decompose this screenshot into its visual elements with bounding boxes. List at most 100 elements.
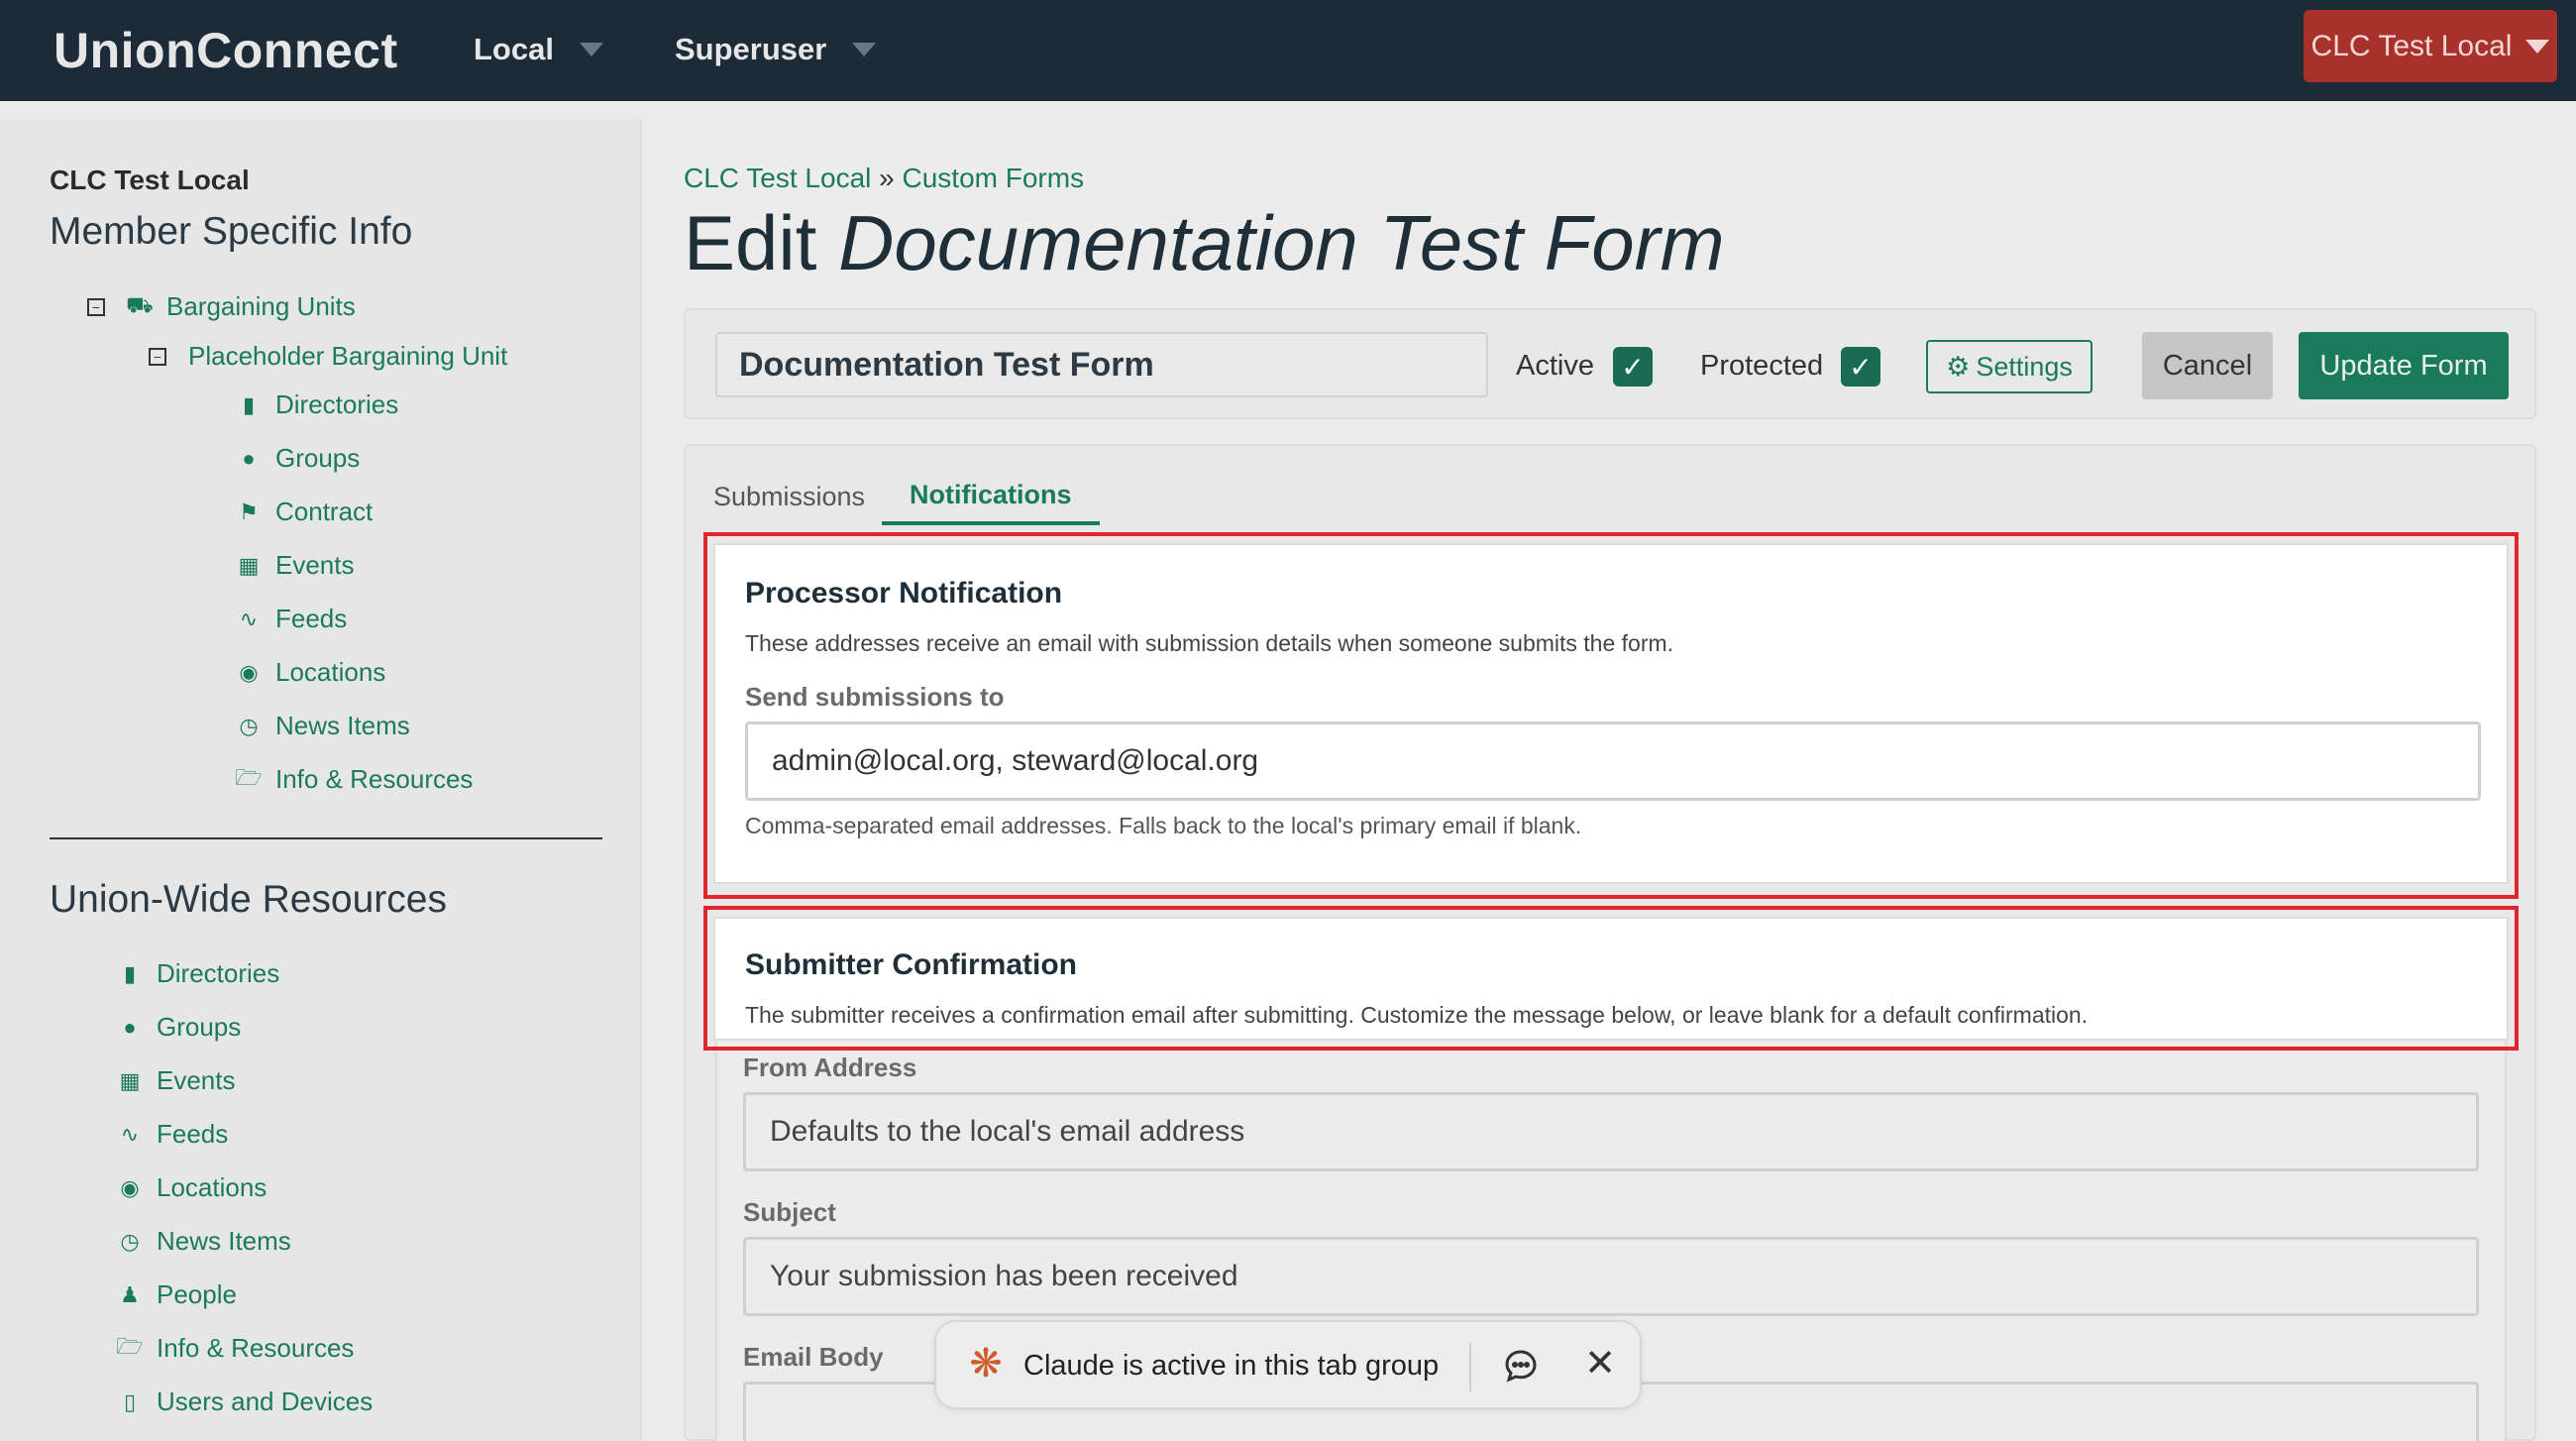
chevron-down-icon xyxy=(2525,39,2550,54)
sidebar-heading-union: Union-Wide Resources xyxy=(50,878,447,921)
check-icon: ✓ xyxy=(1849,351,1873,383)
collapse-icon[interactable]: − xyxy=(87,297,105,316)
sidebar-item-union-groups[interactable]: ● Groups xyxy=(117,1012,241,1043)
active-checkbox[interactable]: ✓ xyxy=(1613,347,1653,387)
sidebar-heading-member: Member Specific Info xyxy=(50,210,413,253)
collapse-icon[interactable]: − xyxy=(149,347,166,366)
email-body-label: Email Body xyxy=(743,1342,884,1372)
from-address-input[interactable]: Defaults to the local's email address xyxy=(743,1092,2479,1171)
sidebar-item-label: News Items xyxy=(157,1226,291,1256)
local-switcher-button[interactable]: CLC Test Local xyxy=(2304,10,2557,82)
subject-label: Subject xyxy=(743,1197,836,1227)
sidebar-item-label: Locations xyxy=(275,657,386,687)
book-icon: ▮ xyxy=(123,960,137,986)
form-name-input[interactable]: Documentation Test Form xyxy=(715,332,1488,397)
check-icon: ✓ xyxy=(1621,351,1645,383)
update-form-button[interactable]: Update Form xyxy=(2299,332,2509,399)
nav-menu-local[interactable]: Local xyxy=(474,32,603,67)
nav-menu-superuser-label: Superuser xyxy=(675,32,827,66)
protected-label: Protected xyxy=(1700,350,1824,382)
claude-status-toast: ❋ Claude is active in this tab group ✕ xyxy=(934,1320,1642,1409)
sidebar-item-unit-feeds[interactable]: ∿ Feeds xyxy=(236,604,347,634)
from-address-label: From Address xyxy=(743,1053,917,1082)
calendar-icon: ▦ xyxy=(119,1067,141,1093)
nav-menu-superuser[interactable]: Superuser xyxy=(675,32,877,67)
sidebar-item-label: Info & Resources xyxy=(157,1333,355,1363)
sidebar-item-union-directories[interactable]: ▮ Directories xyxy=(117,958,279,989)
tab-notifications[interactable]: Notifications xyxy=(882,468,1100,525)
rss-icon: ∿ xyxy=(120,1121,140,1147)
sidebar-item-label: Directories xyxy=(275,389,399,419)
breadcrumb-current-link[interactable]: Custom Forms xyxy=(903,163,1085,193)
sidebar-item-unit-news[interactable]: ◷ News Items xyxy=(236,711,410,741)
sidebar-item-label: Feeds xyxy=(275,604,348,633)
sidebar-item-label: Users and Devices xyxy=(157,1386,374,1416)
globe-icon: ◉ xyxy=(239,659,259,685)
brand-logo[interactable]: UnionConnect xyxy=(54,22,398,79)
sidebar-item-label: Events xyxy=(275,550,355,580)
sidebar-item-unit-contract[interactable]: ⚑ Contract xyxy=(236,497,373,527)
sidebar: CLC Test Local Member Specific Info − ⛟ … xyxy=(0,119,642,1441)
breadcrumb: CLC Test Local » Custom Forms xyxy=(684,163,1084,194)
sidebar-item-label: Groups xyxy=(275,443,361,473)
claude-logo-icon: ❋ xyxy=(969,1342,1003,1386)
sidebar-item-label: Contract xyxy=(275,497,374,526)
sidebar-local-name: CLC Test Local xyxy=(50,165,250,195)
cancel-button[interactable]: Cancel xyxy=(2142,332,2273,399)
sidebar-item-union-feeds[interactable]: ∿ Feeds xyxy=(117,1119,228,1150)
settings-button[interactable]: ⚙ Settings xyxy=(1926,340,2093,393)
tablet-icon: ▯ xyxy=(123,1388,137,1414)
sidebar-item-unit-locations[interactable]: ◉ Locations xyxy=(236,657,385,688)
highlight-box-submitter xyxy=(703,906,2519,1051)
page-title: Edit Documentation Test Form xyxy=(684,198,1725,288)
sidebar-item-union-info[interactable]: 🗁 Info & Resources xyxy=(116,1333,355,1364)
sidebar-item-label: Directories xyxy=(157,958,280,988)
sidebar-item-label: Placeholder Bargaining Unit xyxy=(188,341,508,371)
tab-submissions[interactable]: Submissions xyxy=(686,468,893,525)
chat-bubble-icon[interactable] xyxy=(1501,1346,1541,1386)
highlight-box-processor xyxy=(703,532,2519,899)
sidebar-item-placeholder-unit[interactable]: − Placeholder Bargaining Unit xyxy=(149,341,507,372)
breadcrumb-root-link[interactable]: CLC Test Local xyxy=(684,163,871,193)
sidebar-divider xyxy=(50,837,602,839)
folder-open-icon: 🗁 xyxy=(235,764,263,790)
book-icon: ▮ xyxy=(242,391,256,417)
sidebar-item-unit-directories[interactable]: ▮ Directories xyxy=(236,389,398,420)
sidebar-item-union-news[interactable]: ◷ News Items xyxy=(117,1226,291,1257)
sidebar-item-label: Info & Resources xyxy=(275,764,474,794)
breadcrumb-separator: » xyxy=(879,163,895,193)
sidebar-item-unit-groups[interactable]: ● Groups xyxy=(236,443,360,474)
sidebar-item-label: People xyxy=(157,1279,237,1309)
sidebar-item-unit-events[interactable]: ▦ Events xyxy=(236,550,355,581)
folder-open-icon: 🗁 xyxy=(116,1333,144,1359)
clock-icon: ◷ xyxy=(239,713,259,738)
sidebar-item-union-people[interactable]: ♟ People xyxy=(117,1279,237,1310)
sidebar-item-union-users-devices[interactable]: ▯ Users and Devices xyxy=(117,1386,373,1417)
gear-icon: ⚙ xyxy=(1946,351,1971,382)
sidebar-item-label: Events xyxy=(157,1065,236,1095)
sidebar-item-bargaining-units[interactable]: − ⛟ Bargaining Units xyxy=(87,291,356,322)
truck-icon: ⛟ xyxy=(126,292,154,317)
calendar-icon: ▦ xyxy=(238,552,260,578)
protected-checkbox[interactable]: ✓ xyxy=(1841,347,1880,387)
sidebar-item-union-events[interactable]: ▦ Events xyxy=(117,1065,236,1096)
claude-status-text: Claude is active in this tab group xyxy=(1023,1350,1440,1382)
sidebar-item-label: Feeds xyxy=(157,1119,229,1149)
page-title-prefix: Edit xyxy=(684,199,817,286)
sidebar-item-label: Groups xyxy=(157,1012,242,1042)
close-icon[interactable]: ✕ xyxy=(1580,1344,1620,1384)
nav-menu-local-label: Local xyxy=(474,32,554,66)
top-navbar: UnionConnect Local Superuser CLC Test Lo… xyxy=(0,0,2576,101)
sidebar-item-unit-info[interactable]: 🗁 Info & Resources xyxy=(235,764,474,795)
sidebar-item-label: Locations xyxy=(157,1172,268,1202)
globe-icon: ◉ xyxy=(120,1174,140,1200)
local-switcher-label: CLC Test Local xyxy=(2310,29,2513,62)
sidebar-item-union-locations[interactable]: ◉ Locations xyxy=(117,1172,267,1203)
form-header-bar: Documentation Test Form Active ✓ Protect… xyxy=(684,308,2536,419)
chevron-down-icon xyxy=(852,43,877,56)
subject-input[interactable]: Your submission has been received xyxy=(743,1237,2479,1316)
rss-icon: ∿ xyxy=(239,606,259,631)
sidebar-item-label: News Items xyxy=(275,711,410,740)
active-label: Active xyxy=(1516,350,1594,382)
person-icon: ♟ xyxy=(120,1281,140,1307)
